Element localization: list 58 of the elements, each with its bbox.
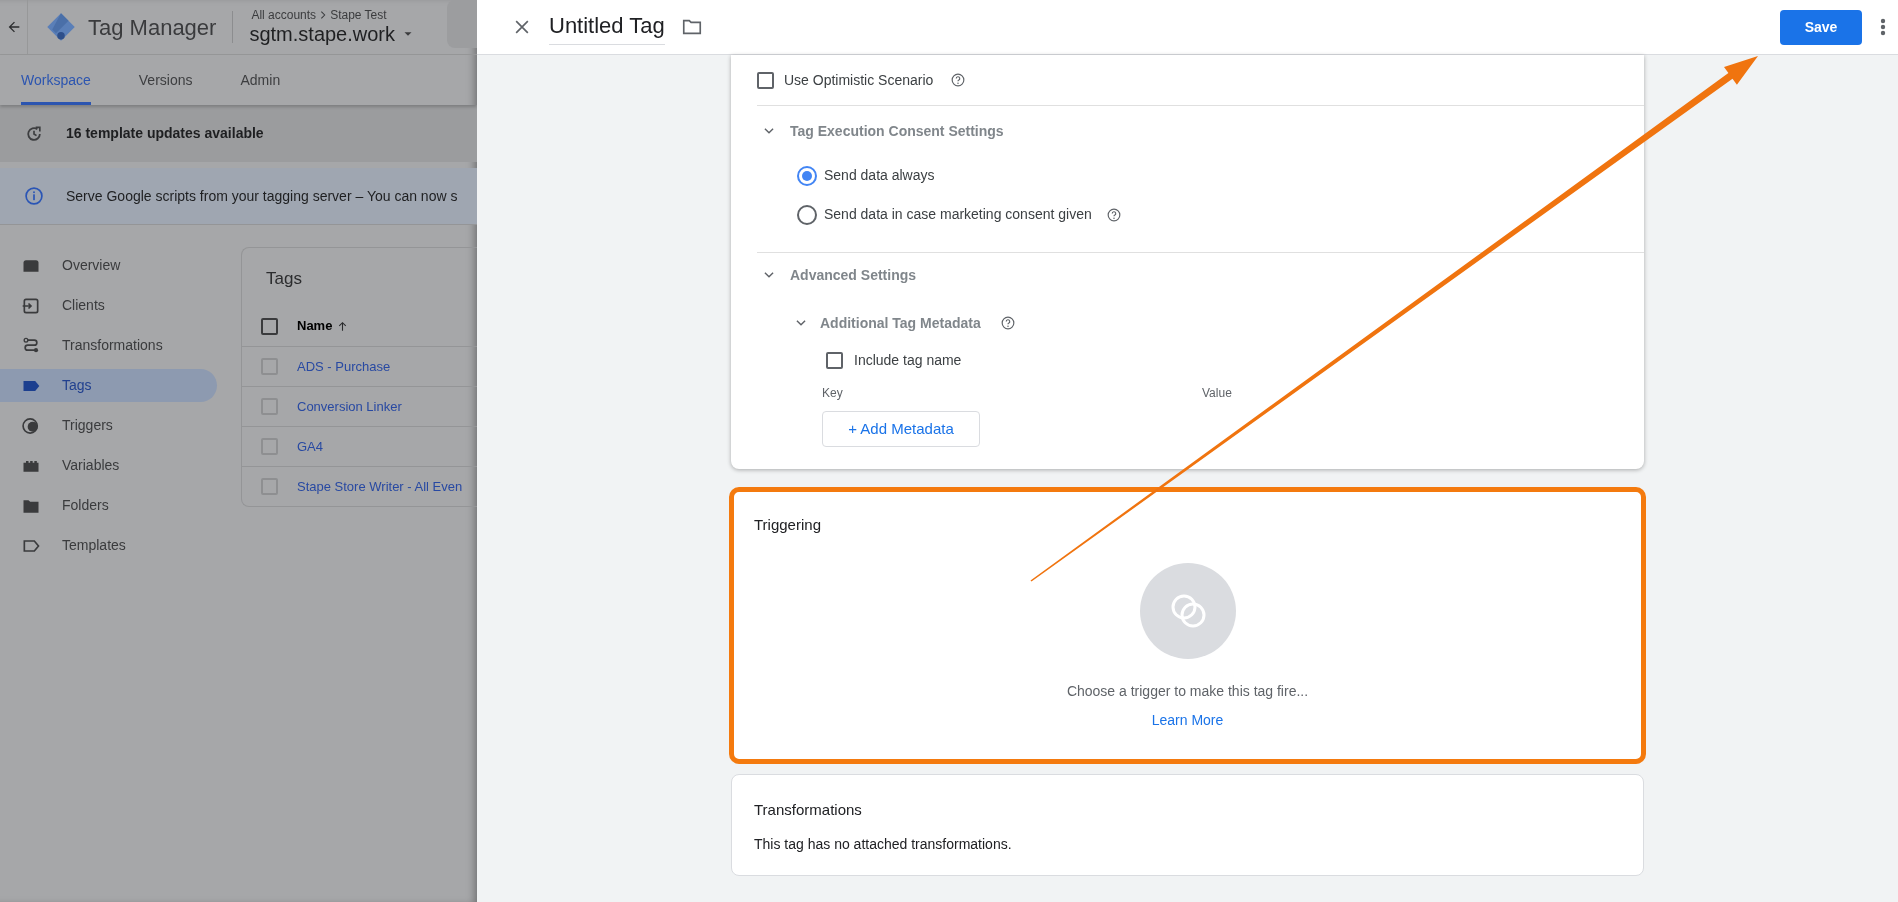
checkbox[interactable]	[826, 351, 843, 369]
nav-tab[interactable]: Versions	[138, 55, 193, 105]
nav-tab[interactable]: Admin	[240, 55, 281, 105]
sidebar-item[interactable]: Transformations	[0, 329, 217, 362]
card-title: Triggering	[753, 515, 822, 535]
column-label: Key	[822, 385, 844, 402]
more-button[interactable]	[1880, 17, 1886, 37]
help-icon[interactable]	[951, 73, 966, 87]
sidebar-item[interactable]: Folders	[0, 489, 217, 522]
checkbox-label: Use Optimistic Scenario	[784, 70, 934, 90]
radio-button[interactable]	[797, 204, 817, 225]
section-title: Advanced Settings	[790, 265, 917, 285]
sidebar-item[interactable]: Clients	[0, 289, 217, 322]
notice-text: Serve Google scripts from your tagging server – You can now s	[66, 186, 458, 206]
sidebar-item[interactable]: Overview	[0, 249, 217, 282]
trigger-circle-icon	[1139, 562, 1236, 659]
sidebar-item[interactable]: Triggers	[0, 409, 217, 442]
info-icon	[24, 186, 44, 206]
empty-message: This tag has no attached transformations.	[753, 834, 1013, 854]
row-checkbox[interactable]	[261, 438, 278, 455]
section-title: Additional Tag Metadata	[820, 313, 981, 333]
breadcrumb-link[interactable]: Stape Test	[330, 8, 387, 22]
app-title: Tag Manager	[88, 13, 217, 42]
empty-message: Choose a trigger to make this tag fire...	[1065, 681, 1310, 701]
sidebar-item[interactable]: Templates	[0, 529, 217, 562]
more-vert-icon	[1880, 17, 1886, 37]
row-checkbox[interactable]	[261, 478, 278, 495]
container-selector[interactable]: sgtm.stape.work	[249, 22, 416, 46]
breadcrumb-link[interactable]: All accounts	[251, 8, 317, 22]
tag-name-field[interactable]: Untitled Tag	[549, 9, 665, 45]
radio-button[interactable]	[797, 165, 817, 186]
row-checkbox[interactable]	[261, 398, 278, 415]
tag-link[interactable]: Stape Store Writer - All Even	[297, 476, 463, 497]
card-title: Tags	[265, 268, 303, 290]
learn-more-link[interactable]: Learn More	[1151, 709, 1224, 731]
checkbox[interactable]	[757, 71, 774, 89]
notice-text: 16 template updates available	[66, 124, 264, 143]
row-checkbox[interactable]	[261, 358, 278, 375]
nav-tab[interactable]: Workspace	[21, 55, 91, 105]
sidebar-item[interactable]: Tags	[0, 369, 217, 402]
sidebar-item[interactable]: Variables	[0, 449, 217, 482]
tag-link[interactable]: Conversion Linker	[297, 396, 402, 417]
column-label: Value	[1202, 385, 1232, 402]
tag-link[interactable]: GA4	[297, 436, 323, 457]
trigger-icon	[21, 415, 41, 436]
diamond-logo-icon	[46, 12, 76, 42]
add-metadata-button[interactable]: + Add Metadata	[822, 411, 980, 447]
radio-label: Send data always	[824, 166, 935, 185]
help-icon[interactable]	[1106, 207, 1121, 222]
checkbox-label: Include tag name	[854, 350, 962, 370]
help-icon[interactable]	[1000, 316, 1015, 330]
save-button[interactable]: Save	[1780, 9, 1862, 45]
radio-label: Send data in case marketing consent given	[824, 205, 1092, 224]
card-title: Transformations	[753, 800, 863, 820]
section-title: Tag Execution Consent Settings	[790, 121, 1004, 141]
select-all-checkbox[interactable]	[261, 317, 278, 335]
tag-link[interactable]: ADS - Purchase	[297, 356, 391, 377]
column-header[interactable]: Name	[297, 316, 350, 336]
